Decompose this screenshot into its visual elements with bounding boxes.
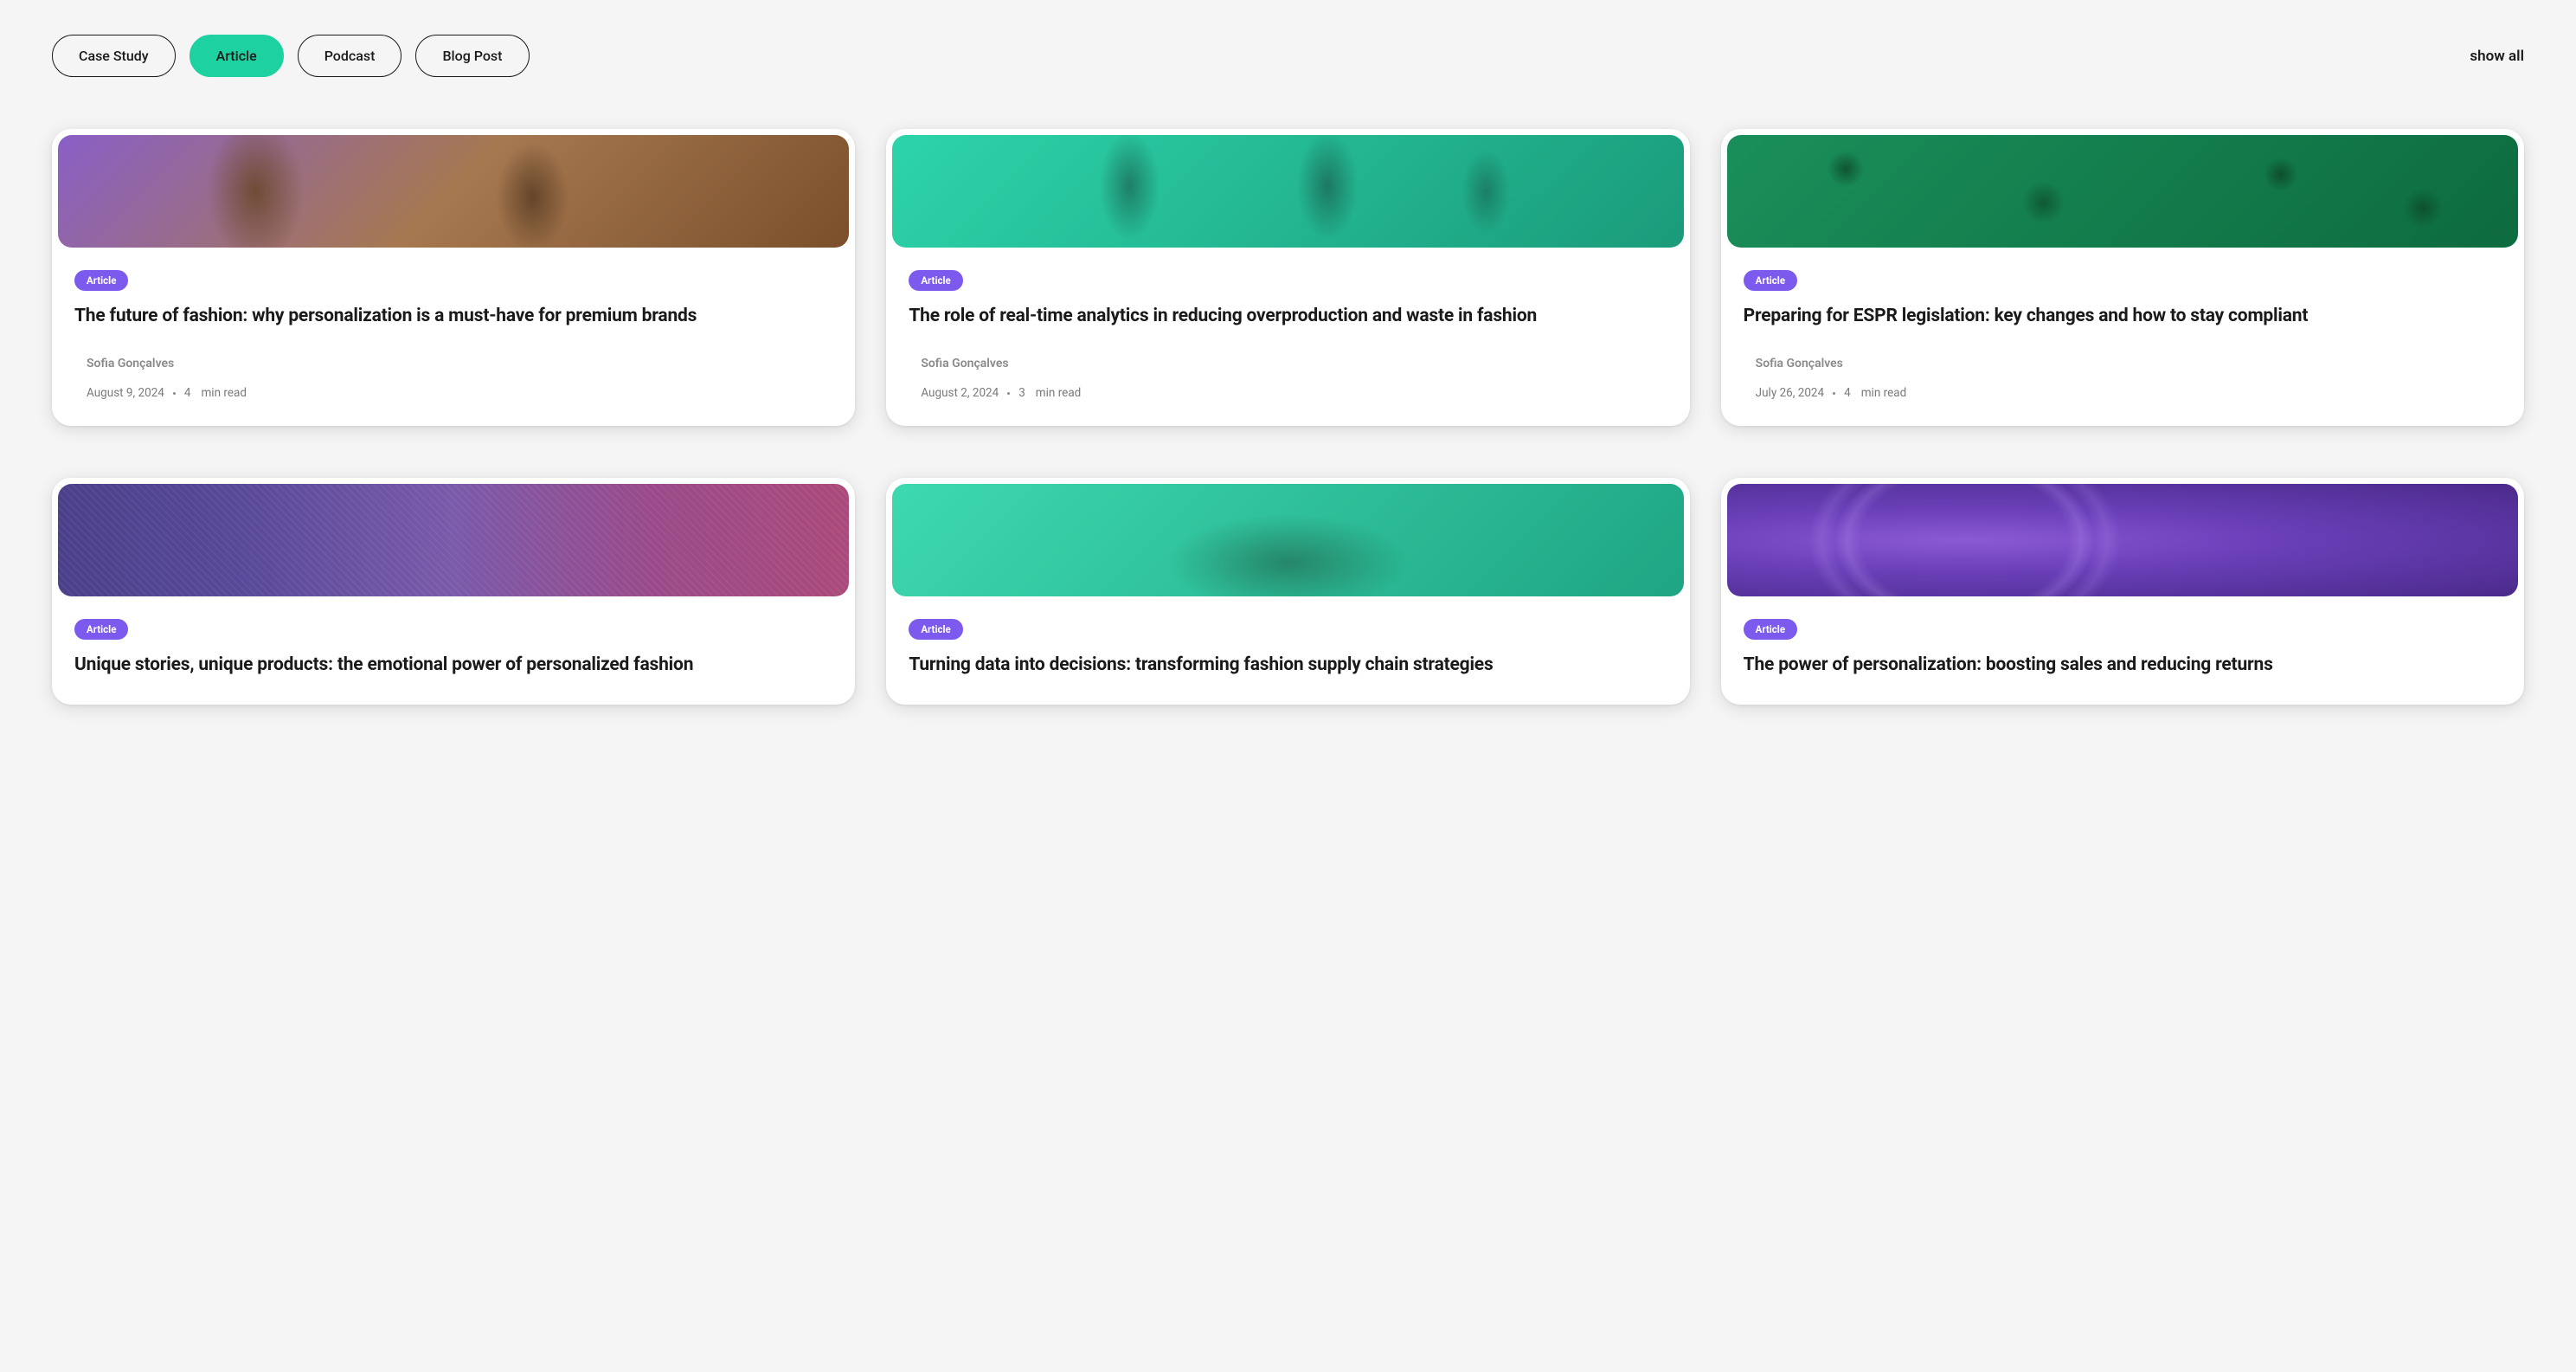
card-read-suffix: min read — [1861, 386, 1907, 400]
card-read-suffix: min read — [1036, 386, 1082, 400]
card-image — [1727, 135, 2518, 248]
card-body: Article The role of real-time analytics … — [886, 248, 1689, 426]
card-date: August 9, 2024 — [87, 386, 164, 400]
cards-grid: Article The future of fashion: why perso… — [52, 129, 2524, 705]
card-meta: Sofia Gonçalves August 9, 2024 4 min rea… — [74, 357, 832, 400]
card-footer: August 9, 2024 4 min read — [74, 386, 832, 400]
card-title: Turning data into decisions: transformin… — [909, 652, 1667, 678]
article-card[interactable]: Article The future of fashion: why perso… — [52, 129, 855, 426]
card-body: Article Preparing for ESPR legislation: … — [1721, 248, 2524, 426]
card-read-suffix: min read — [201, 386, 247, 400]
card-image — [58, 484, 849, 596]
card-title: The power of personalization: boosting s… — [1744, 652, 2502, 678]
filter-pill-podcast[interactable]: Podcast — [298, 35, 402, 77]
dot-separator-icon — [1007, 392, 1010, 395]
card-date: August 2, 2024 — [921, 386, 999, 400]
top-bar: Case Study Article Podcast Blog Post sho… — [52, 35, 2524, 77]
card-image — [58, 135, 849, 248]
card-body: Article The power of personalization: bo… — [1721, 596, 2524, 704]
article-card[interactable]: Article Preparing for ESPR legislation: … — [1721, 129, 2524, 426]
card-title: Preparing for ESPR legislation: key chan… — [1744, 303, 2502, 329]
dot-separator-icon — [173, 392, 176, 395]
card-image — [892, 135, 1683, 248]
card-title: The role of real-time analytics in reduc… — [909, 303, 1667, 329]
card-body: Article The future of fashion: why perso… — [52, 248, 855, 426]
card-image — [1727, 484, 2518, 596]
card-body: Article Turning data into decisions: tra… — [886, 596, 1689, 704]
card-tag: Article — [1744, 270, 1797, 291]
card-title: Unique stories, unique products: the emo… — [74, 652, 832, 678]
card-image — [892, 484, 1683, 596]
card-title: The future of fashion: why personalizati… — [74, 303, 832, 329]
card-read-minutes: 4 — [184, 386, 191, 400]
card-author: Sofia Gonçalves — [909, 357, 1667, 370]
article-card[interactable]: Article Turning data into decisions: tra… — [886, 478, 1689, 704]
article-card[interactable]: Article The power of personalization: bo… — [1721, 478, 2524, 704]
card-tag: Article — [909, 619, 962, 640]
card-footer: August 2, 2024 3 min read — [909, 386, 1667, 400]
card-date: July 26, 2024 — [1756, 386, 1824, 400]
card-author: Sofia Gonçalves — [1744, 357, 2502, 370]
card-author: Sofia Gonçalves — [74, 357, 832, 370]
card-read-minutes: 3 — [1018, 386, 1025, 400]
article-card[interactable]: Article Unique stories, unique products:… — [52, 478, 855, 704]
card-read-minutes: 4 — [1844, 386, 1851, 400]
filter-pill-case-study[interactable]: Case Study — [52, 35, 176, 77]
article-card[interactable]: Article The role of real-time analytics … — [886, 129, 1689, 426]
filter-pill-blog-post[interactable]: Blog Post — [415, 35, 529, 77]
filter-pill-article[interactable]: Article — [190, 35, 284, 77]
card-meta: Sofia Gonçalves July 26, 2024 4 min read — [1744, 357, 2502, 400]
card-footer: July 26, 2024 4 min read — [1744, 386, 2502, 400]
filter-pills: Case Study Article Podcast Blog Post — [52, 35, 530, 77]
card-tag: Article — [74, 619, 128, 640]
card-tag: Article — [1744, 619, 1797, 640]
card-body: Article Unique stories, unique products:… — [52, 596, 855, 704]
card-tag: Article — [909, 270, 962, 291]
show-all-button[interactable]: show all — [2470, 48, 2524, 65]
dot-separator-icon — [1833, 392, 1835, 395]
card-meta: Sofia Gonçalves August 2, 2024 3 min rea… — [909, 357, 1667, 400]
card-tag: Article — [74, 270, 128, 291]
